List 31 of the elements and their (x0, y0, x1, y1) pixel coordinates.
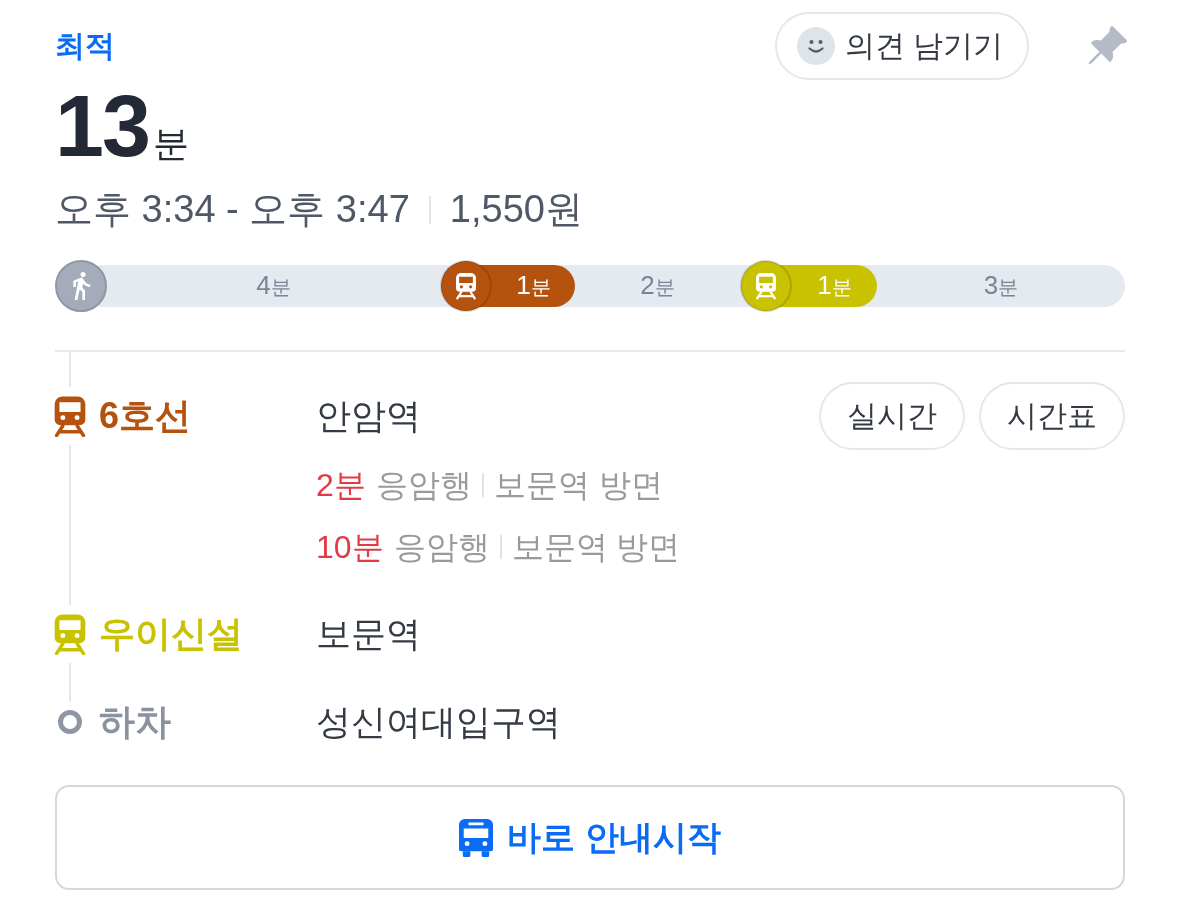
station-info-button[interactable]: 시간표 (979, 382, 1125, 450)
bus-icon (459, 818, 494, 857)
station-name: 성신여대입구역 (316, 701, 561, 743)
total-duration: 13분 (55, 82, 189, 170)
duration-label: 3분 (983, 270, 1019, 302)
direction: 보문역 방면 (511, 527, 681, 567)
station-name: 안암역 (316, 395, 421, 437)
duration-label: 4분 (256, 270, 291, 302)
station-info-button[interactable]: 실시간 (819, 382, 965, 450)
destination: 응암행 (393, 527, 490, 567)
train-icon (53, 395, 87, 437)
duration-label: 1분 (817, 270, 852, 302)
arrival-time: 2분 (316, 465, 366, 505)
smiley-icon (796, 27, 835, 65)
alight-label: 하차 (99, 700, 171, 744)
duration-label: 1분 (516, 270, 551, 302)
station-name: 보문역 (316, 613, 421, 655)
fare: 1,550원 (449, 187, 583, 233)
ring-icon (58, 710, 82, 734)
destination: 응암행 (375, 465, 472, 505)
line-name: 우이신설 (99, 612, 243, 656)
walking-person-icon (55, 260, 107, 312)
direction: 보문역 방면 (493, 465, 663, 505)
line-name: 6호선 (99, 394, 192, 438)
train-icon (53, 613, 87, 655)
feedback-button[interactable]: 의견 남기기 (774, 12, 1029, 80)
start-navigation-button[interactable]: 바로 안내시작 (55, 785, 1125, 890)
route-type-label: 최적 (55, 28, 115, 64)
duration-label: 2분 (640, 270, 675, 302)
arrival-time: 10분 (316, 527, 384, 567)
time-range: 오후 3:34 - 오후 3:47 (55, 187, 410, 233)
